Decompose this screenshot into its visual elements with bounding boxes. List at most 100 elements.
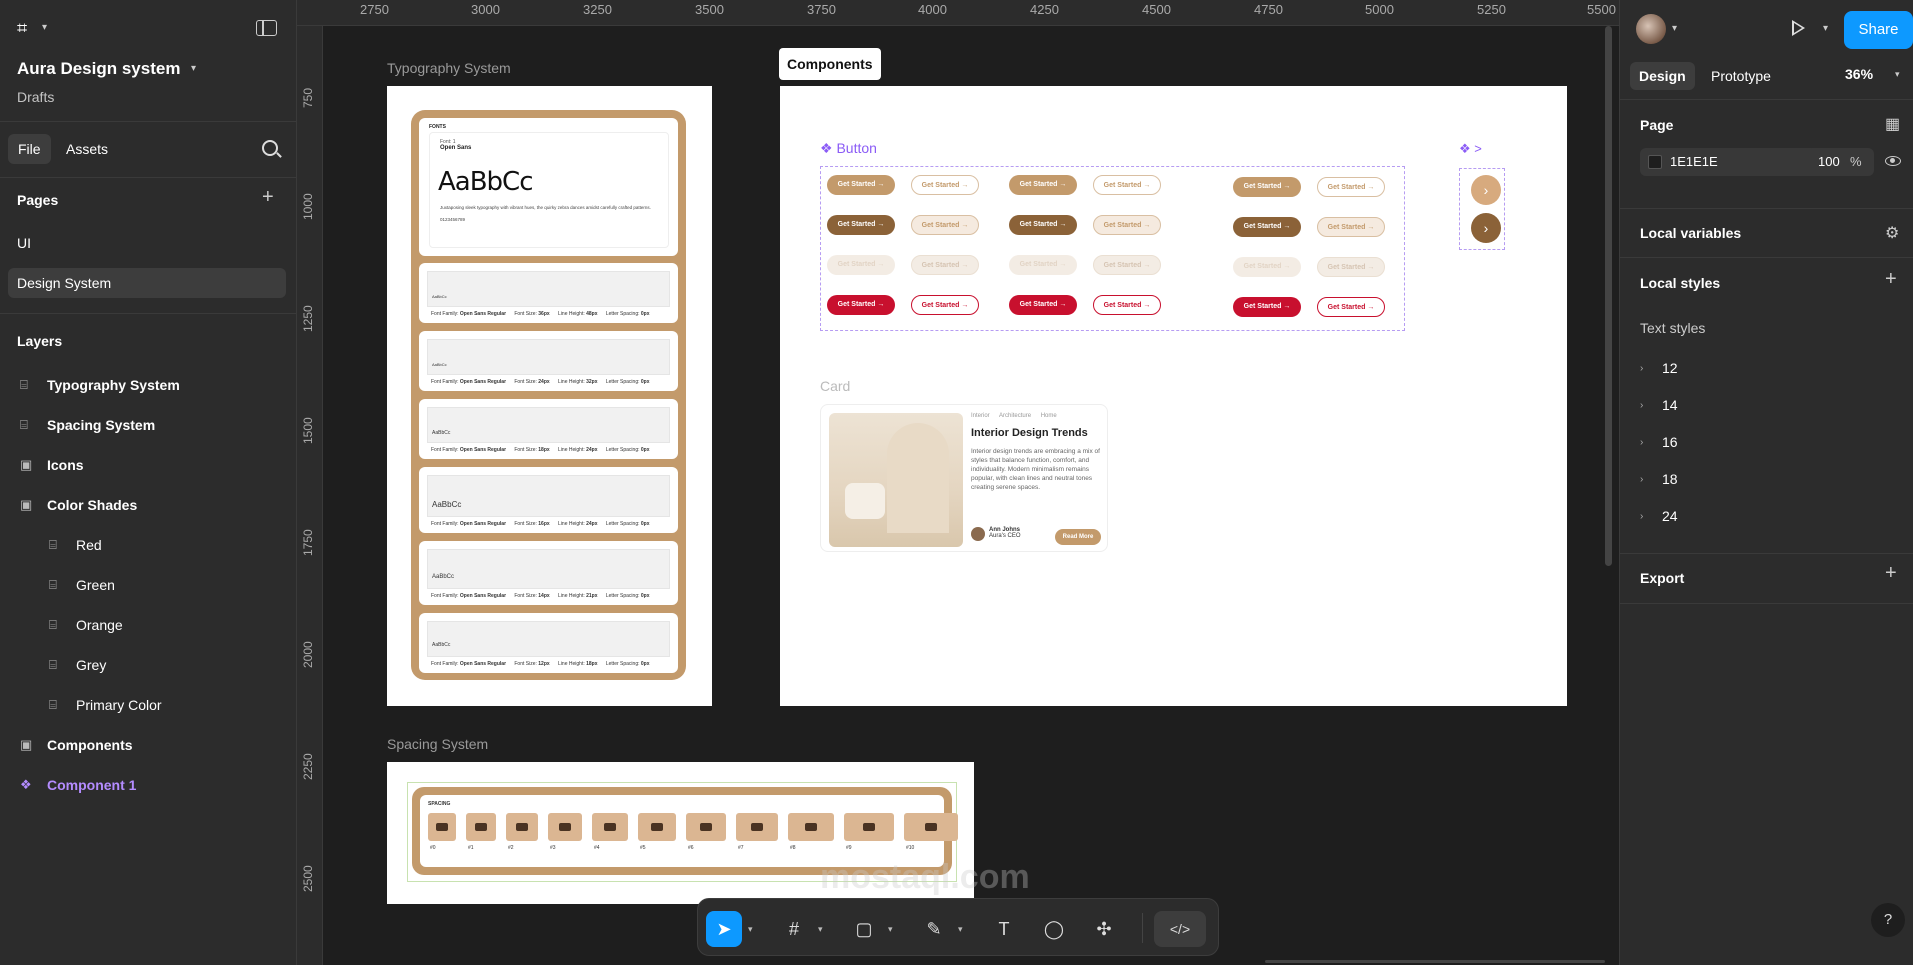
get-started-button[interactable]: Get Started → — [1317, 297, 1385, 317]
visibility-icon[interactable] — [1885, 156, 1901, 166]
page-item-design-system[interactable]: Design System — [8, 268, 286, 298]
page-item-ui[interactable]: UI — [8, 228, 286, 258]
text-style-label[interactable]: 12 — [1662, 360, 1678, 376]
get-started-button[interactable]: Get Started → — [1233, 257, 1301, 277]
read-more-button[interactable]: Read More — [1055, 529, 1101, 545]
get-started-button[interactable]: Get Started → — [1009, 215, 1077, 235]
file-title[interactable]: Aura Design system — [17, 59, 180, 79]
card-section-label[interactable]: Card — [820, 378, 850, 394]
chevron-right-icon[interactable]: › — [1640, 363, 1643, 374]
frame-label-components[interactable]: Components — [779, 48, 881, 80]
get-started-button[interactable]: Get Started → — [1093, 215, 1161, 235]
canvas[interactable]: 2750 3000 3250 3500 3750 4000 4250 4500 … — [297, 0, 1619, 965]
chevron-right-icon[interactable]: › — [1471, 213, 1501, 243]
text-tool-icon[interactable]: T — [986, 911, 1022, 947]
dev-mode-icon[interactable]: </> — [1154, 911, 1206, 947]
move-tool-icon[interactable]: ➤ — [706, 911, 742, 947]
help-button[interactable]: ? — [1871, 903, 1905, 937]
add-export-icon[interactable]: + — [1885, 562, 1897, 585]
avatar[interactable] — [1636, 14, 1666, 44]
text-style-label[interactable]: 24 — [1662, 508, 1678, 524]
variables-icon[interactable]: ⚙ — [1885, 223, 1899, 243]
chevron-down-icon[interactable]: ▾ — [1895, 69, 1900, 80]
button-section-label[interactable]: ❖ Button — [820, 140, 877, 157]
layer-component-1[interactable]: ❖ Component 1 — [0, 770, 296, 800]
chevron-right-icon[interactable]: › — [1640, 400, 1643, 411]
page-settings-icon[interactable]: ▦ — [1885, 114, 1900, 134]
get-started-button[interactable]: Get Started → — [827, 215, 895, 235]
get-started-button[interactable]: Get Started → — [1093, 175, 1161, 195]
get-started-button[interactable]: Get Started → — [1233, 297, 1301, 317]
frame-tool-icon[interactable]: # — [776, 911, 812, 947]
layer-green[interactable]: ⌸ Green — [0, 570, 296, 600]
add-style-icon[interactable]: + — [1885, 268, 1897, 291]
local-variables-heading[interactable]: Local variables — [1640, 225, 1741, 241]
get-started-button[interactable]: Get Started → — [1233, 217, 1301, 237]
get-started-button[interactable]: Get Started → — [1009, 175, 1077, 195]
color-swatch[interactable] — [1648, 155, 1662, 169]
layer-color-shades[interactable]: ▣ Color Shades — [0, 490, 296, 520]
actions-tool-icon[interactable]: ✣ — [1086, 911, 1122, 947]
chevron-right-icon[interactable]: › — [1640, 474, 1643, 485]
get-started-button[interactable]: Get Started → — [1317, 257, 1385, 277]
layer-orange[interactable]: ⌸ Orange — [0, 610, 296, 640]
tab-design[interactable]: Design — [1630, 62, 1695, 90]
arrow-section-label[interactable]: ❖ > — [1459, 141, 1482, 157]
frame-label-typography[interactable]: Typography System — [387, 60, 511, 76]
chevron-right-icon[interactable]: › — [1471, 175, 1501, 205]
layer-icons[interactable]: ▣ Icons — [0, 450, 296, 480]
search-icon[interactable] — [262, 140, 278, 156]
frame-label-spacing[interactable]: Spacing System — [387, 736, 488, 752]
horizontal-scrollbar[interactable] — [1265, 960, 1605, 963]
layer-spacing-system[interactable]: ⌸ Spacing System — [0, 410, 296, 440]
get-started-button[interactable]: Get Started → — [1233, 177, 1301, 197]
get-started-button[interactable]: Get Started → — [1317, 217, 1385, 237]
tab-prototype[interactable]: Prototype — [1702, 62, 1780, 90]
get-started-button[interactable]: Get Started → — [827, 175, 895, 195]
chevron-down-icon[interactable]: ▾ — [1672, 23, 1677, 34]
chevron-down-icon[interactable]: ▾ — [191, 63, 196, 74]
text-style-label[interactable]: 14 — [1662, 397, 1678, 413]
tab-assets[interactable]: Assets — [56, 134, 118, 164]
layer-components[interactable]: ▣ Components — [0, 730, 296, 760]
tab-file[interactable]: File — [8, 134, 51, 164]
layer-primary-color[interactable]: ⌸ Primary Color — [0, 690, 296, 720]
typography-frame[interactable]: FONTS Font: 1 Open Sans AaBbCc Juxtaposi… — [387, 86, 712, 706]
get-started-button[interactable]: Get Started → — [911, 295, 979, 315]
get-started-button[interactable]: Get Started → — [911, 255, 979, 275]
get-started-button[interactable]: Get Started → — [1093, 295, 1161, 315]
chevron-right-icon[interactable]: › — [1640, 511, 1643, 522]
add-page-icon[interactable]: + — [262, 186, 274, 209]
share-button[interactable]: Share — [1844, 11, 1913, 49]
get-started-button[interactable]: Get Started → — [911, 215, 979, 235]
chevron-down-icon[interactable]: ▾ — [1823, 23, 1828, 34]
page-color-field[interactable]: 1E1E1E — [1640, 148, 1825, 176]
figma-logo-icon[interactable]: ⌗ — [17, 18, 27, 39]
get-started-button[interactable]: Get Started → — [827, 295, 895, 315]
chevron-down-icon[interactable]: ▾ — [888, 924, 893, 935]
get-started-button[interactable]: Get Started → — [1093, 255, 1161, 275]
page-color-hex[interactable]: 1E1E1E — [1670, 154, 1718, 169]
comment-tool-icon[interactable]: ◯ — [1036, 911, 1072, 947]
get-started-button[interactable]: Get Started → — [827, 255, 895, 275]
page-opacity-field[interactable]: 100% — [1808, 148, 1874, 176]
zoom-level[interactable]: 36% — [1845, 66, 1873, 82]
layer-typography-system[interactable]: ⌸ Typography System — [0, 370, 296, 400]
get-started-button[interactable]: Get Started → — [1009, 255, 1077, 275]
chevron-down-icon[interactable]: ▾ — [42, 22, 47, 33]
text-style-label[interactable]: 16 — [1662, 434, 1678, 450]
sidebar-toggle-icon[interactable] — [256, 20, 277, 36]
chevron-down-icon[interactable]: ▾ — [958, 924, 963, 935]
get-started-button[interactable]: Get Started → — [1317, 177, 1385, 197]
blog-card[interactable]: Interior Architecture Home Interior Desi… — [820, 404, 1108, 552]
page-opacity-value[interactable]: 100 — [1818, 154, 1840, 169]
text-style-label[interactable]: 18 — [1662, 471, 1678, 487]
layer-red[interactable]: ⌸ Red — [0, 530, 296, 560]
get-started-button[interactable]: Get Started → — [1009, 295, 1077, 315]
pen-tool-icon[interactable]: ✎ — [916, 911, 952, 947]
vertical-scrollbar[interactable] — [1605, 26, 1612, 566]
file-location[interactable]: Drafts — [17, 89, 54, 105]
rectangle-tool-icon[interactable]: ▢ — [846, 911, 882, 947]
layer-grey[interactable]: ⌸ Grey — [0, 650, 296, 680]
chevron-down-icon[interactable]: ▾ — [818, 924, 823, 935]
